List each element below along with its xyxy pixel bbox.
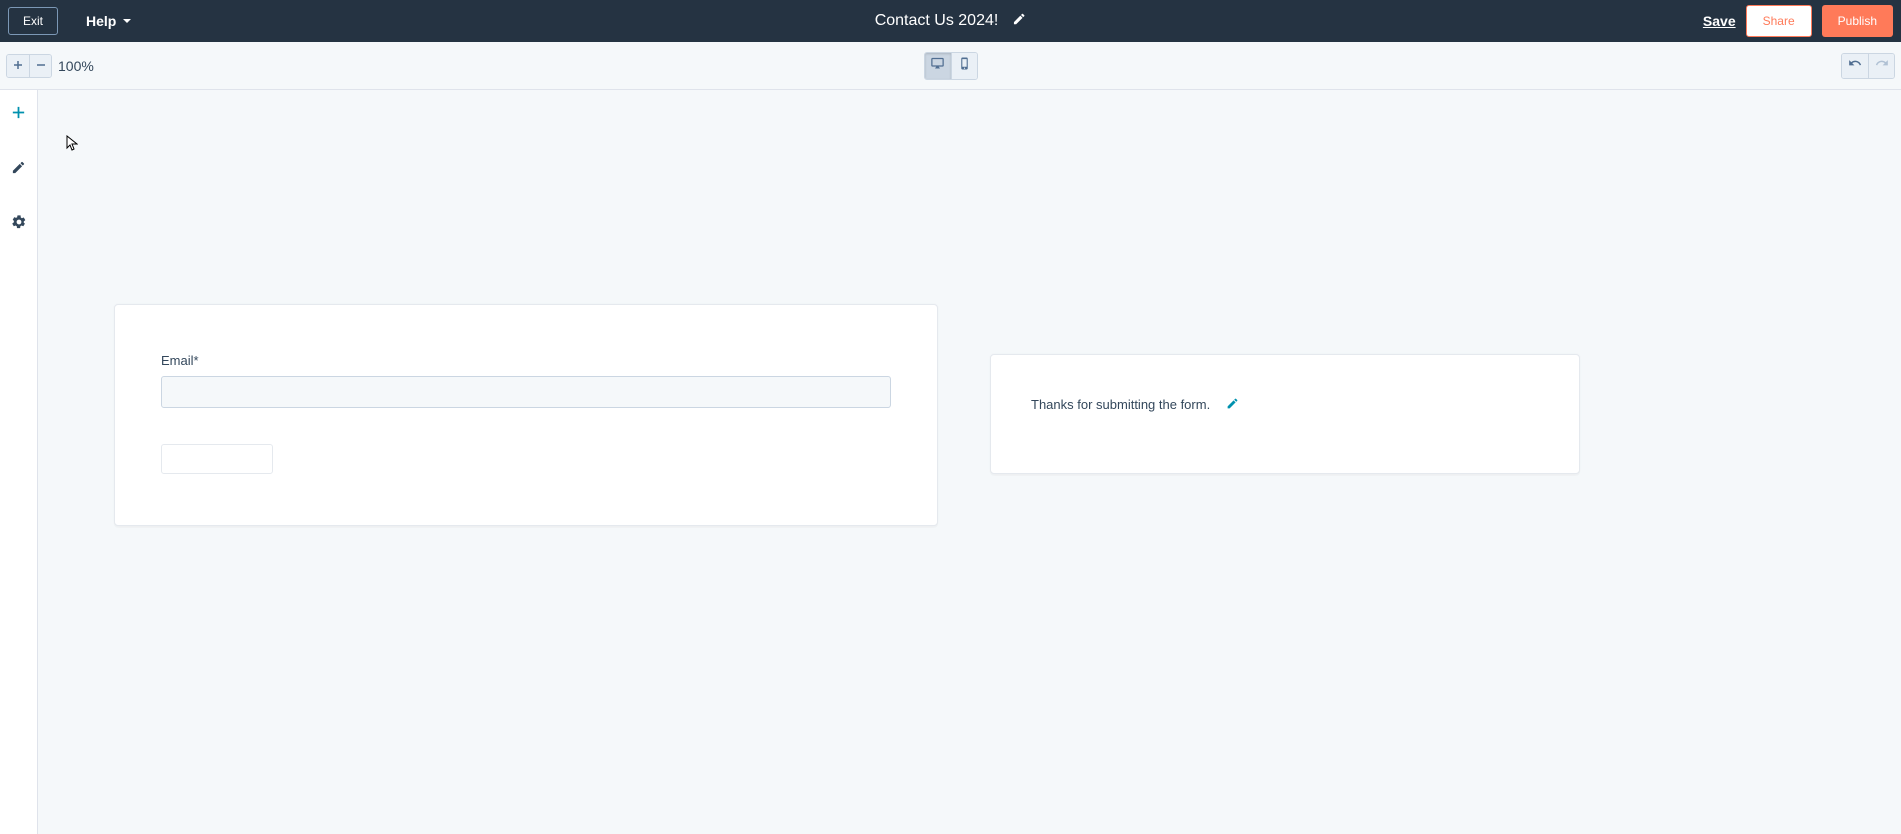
edit-tool[interactable] [11, 160, 26, 180]
top-navbar: Exit Help Contact Us 2024! Save Share Pu… [0, 0, 1901, 42]
email-field-label: Email* [161, 353, 891, 368]
submit-button-placeholder[interactable] [161, 444, 273, 474]
redo-button[interactable] [1868, 54, 1894, 78]
save-link[interactable]: Save [1703, 13, 1736, 29]
zoom-button-group [6, 54, 52, 78]
add-element-tool[interactable] [10, 104, 27, 126]
desktop-icon [930, 56, 945, 76]
email-field[interactable] [161, 376, 891, 408]
undo-button[interactable] [1842, 54, 1868, 78]
help-menu[interactable]: Help [86, 13, 132, 29]
history-controls [1841, 53, 1895, 79]
editor-toolbar: 100% [0, 42, 1901, 90]
form-preview-card[interactable]: Email* [114, 304, 938, 526]
thankyou-message: Thanks for submitting the form. [1031, 397, 1210, 412]
canvas-area[interactable]: Email* Thanks for submitting the form. [38, 90, 1901, 834]
pencil-icon[interactable] [1226, 397, 1239, 415]
pencil-icon [11, 160, 26, 180]
gear-icon [11, 214, 27, 235]
plus-icon [10, 104, 27, 126]
chevron-down-icon [122, 13, 132, 29]
minus-icon [36, 57, 46, 75]
cursor-icon [66, 135, 78, 156]
mobile-view-button[interactable] [951, 53, 977, 79]
left-sidebar [0, 90, 38, 834]
undo-icon [1848, 56, 1862, 75]
plus-icon [13, 57, 23, 75]
device-toggle [924, 52, 978, 80]
zoom-in-button[interactable] [7, 55, 29, 77]
help-menu-label: Help [86, 13, 116, 29]
thankyou-preview-card[interactable]: Thanks for submitting the form. [990, 354, 1580, 474]
navbar-actions: Save Share Publish [1703, 5, 1893, 37]
zoom-level: 100% [58, 58, 94, 74]
publish-button[interactable]: Publish [1822, 5, 1893, 37]
share-button[interactable]: Share [1746, 5, 1812, 37]
zoom-out-button[interactable] [29, 55, 51, 77]
navbar-title-group: Contact Us 2024! [875, 12, 1027, 31]
main-layout: Email* Thanks for submitting the form. [0, 90, 1901, 834]
desktop-view-button[interactable] [925, 53, 951, 79]
pencil-icon[interactable] [1012, 12, 1026, 31]
mobile-icon [958, 57, 971, 75]
exit-button[interactable]: Exit [8, 7, 58, 35]
settings-tool[interactable] [11, 214, 27, 235]
page-title: Contact Us 2024! [875, 12, 999, 30]
redo-icon [1875, 56, 1889, 75]
zoom-controls: 100% [6, 54, 94, 78]
